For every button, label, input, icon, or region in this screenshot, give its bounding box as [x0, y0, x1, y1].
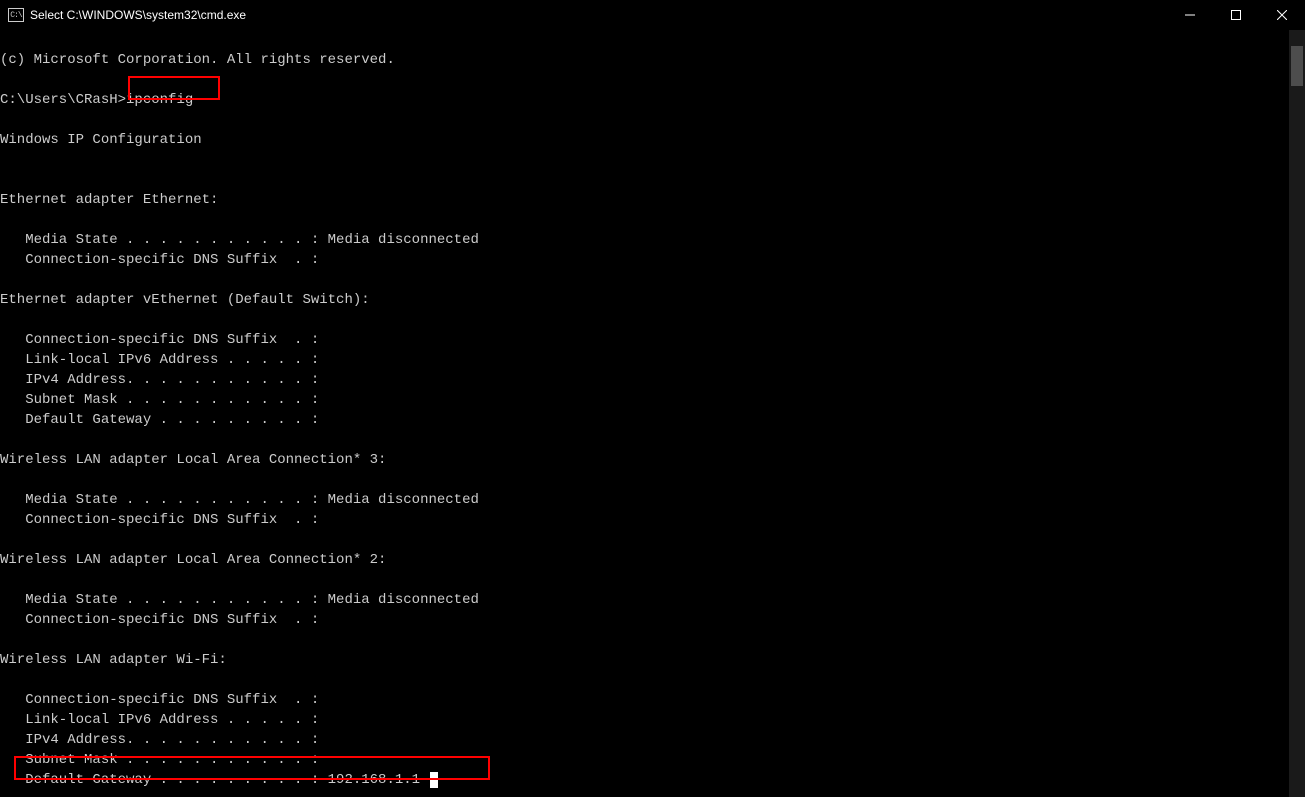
window-title: Select C:\WINDOWS\system32\cmd.exe — [30, 8, 1167, 22]
titlebar[interactable]: C:\ Select C:\WINDOWS\system32\cmd.exe — [0, 0, 1305, 30]
window-controls — [1167, 0, 1305, 30]
vethernet-adapter-title: Ethernet adapter vEthernet (Default Swit… — [0, 292, 370, 308]
default-gateway-value-line: Default Gateway . . . . . . . . . : 192.… — [0, 772, 420, 788]
minimize-icon — [1185, 10, 1195, 20]
command-text: ipconfig — [126, 92, 193, 108]
wifi-adapter-title: Wireless LAN adapter Wi-Fi: — [0, 652, 227, 668]
ethernet-adapter-title: Ethernet adapter Ethernet: — [0, 192, 218, 208]
dns-suffix-line: Connection-specific DNS Suffix . : — [0, 612, 319, 628]
dns-suffix-line: Connection-specific DNS Suffix . : — [0, 332, 319, 348]
maximize-icon — [1231, 10, 1241, 20]
ipv4-address-line: IPv4 Address. . . . . . . . . . . : — [0, 732, 319, 748]
close-button[interactable] — [1259, 0, 1305, 30]
dns-suffix-line: Connection-specific DNS Suffix . : — [0, 252, 319, 268]
dns-suffix-line: Connection-specific DNS Suffix . : — [0, 512, 319, 528]
minimize-button[interactable] — [1167, 0, 1213, 30]
close-icon — [1277, 10, 1287, 20]
wlan2-adapter-title: Wireless LAN adapter Local Area Connecti… — [0, 552, 386, 568]
link-local-ipv6-line: Link-local IPv6 Address . . . . . : — [0, 352, 319, 368]
scrollbar-thumb[interactable] — [1291, 46, 1303, 86]
media-state-line: Media State . . . . . . . . . . . : Medi… — [0, 592, 479, 608]
media-state-line: Media State . . . . . . . . . . . : Medi… — [0, 232, 479, 248]
cmd-icon: C:\ — [8, 8, 24, 22]
subnet-mask-line: Subnet Mask . . . . . . . . . . . : — [0, 752, 319, 768]
media-state-line: Media State . . . . . . . . . . . : Medi… — [0, 492, 479, 508]
subnet-mask-line: Subnet Mask . . . . . . . . . . . : — [0, 392, 319, 408]
config-header: Windows IP Configuration — [0, 132, 202, 148]
wlan3-adapter-title: Wireless LAN adapter Local Area Connecti… — [0, 452, 386, 468]
maximize-button[interactable] — [1213, 0, 1259, 30]
default-gateway-line: Default Gateway . . . . . . . . . : — [0, 412, 319, 428]
copyright-line: (c) Microsoft Corporation. All rights re… — [0, 52, 395, 68]
link-local-ipv6-line: Link-local IPv6 Address . . . . . : — [0, 712, 319, 728]
cursor — [430, 772, 438, 788]
terminal-output[interactable]: (c) Microsoft Corporation. All rights re… — [0, 30, 1305, 797]
scrollbar[interactable] — [1289, 30, 1305, 797]
dns-suffix-line: Connection-specific DNS Suffix . : — [0, 692, 319, 708]
ipv4-address-line: IPv4 Address. . . . . . . . . . . : — [0, 372, 319, 388]
prompt: C:\Users\CRasH> — [0, 92, 126, 108]
